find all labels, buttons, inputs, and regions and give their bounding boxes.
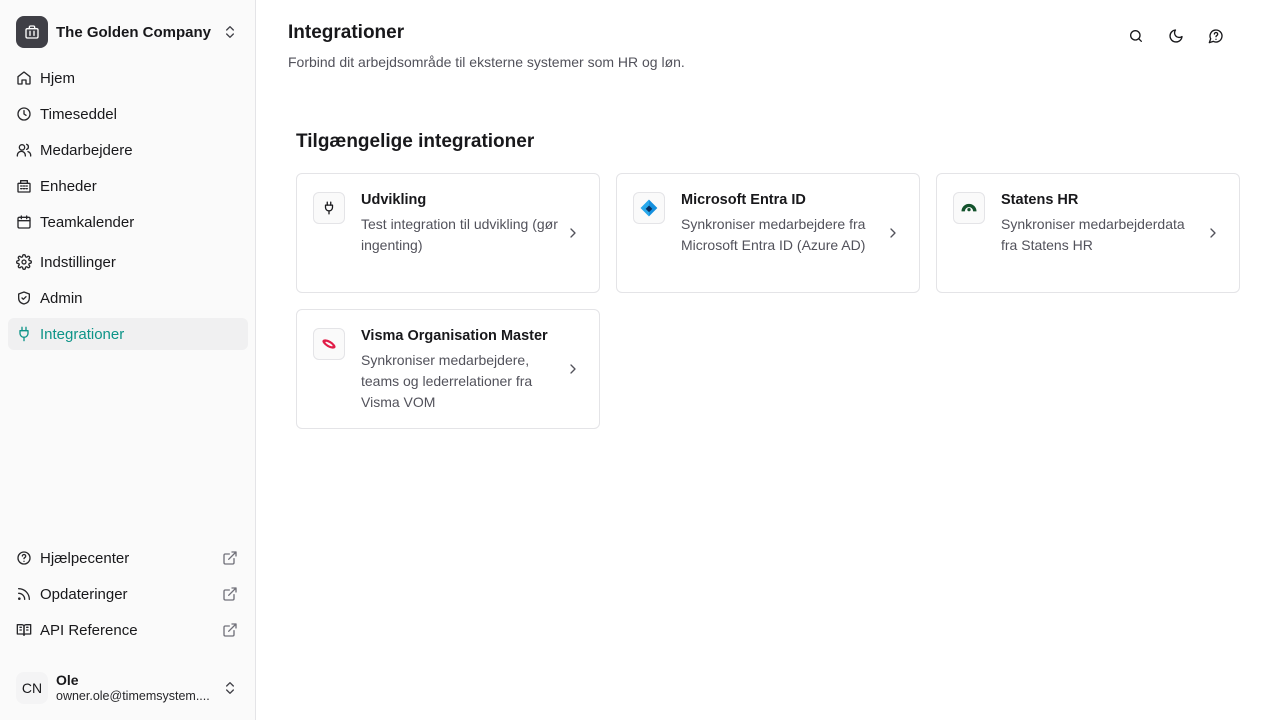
nav-label: Teamkalender bbox=[40, 213, 135, 231]
external-link-icon bbox=[223, 623, 237, 637]
nav-label: Hjælpecenter bbox=[40, 549, 130, 567]
user-name: Ole bbox=[56, 672, 79, 688]
integration-description: Synkroniser medarbejderdata fra Statens … bbox=[1001, 216, 1185, 253]
nav-item-admin[interactable]: Admin bbox=[8, 282, 248, 314]
integration-card-statens-hr[interactable]: Statens HR Synkroniser medarbejderdata f… bbox=[936, 173, 1240, 293]
building-icon bbox=[17, 180, 31, 193]
book-icon bbox=[16, 624, 32, 636]
integration-name: Statens HR bbox=[1001, 192, 1079, 208]
integration-name: Udvikling bbox=[361, 192, 427, 208]
theme-toggle-button[interactable] bbox=[1162, 24, 1190, 48]
shield-check-icon bbox=[18, 291, 30, 305]
nav-label: Timeseddel bbox=[40, 105, 117, 123]
visma-logo bbox=[313, 328, 345, 360]
chevron-right-icon bbox=[570, 364, 576, 374]
integration-description: Synkroniser medarbejdere fra Microsoft E… bbox=[681, 216, 866, 253]
avatar: CN bbox=[16, 672, 48, 704]
search-icon bbox=[1130, 30, 1142, 42]
help-button[interactable] bbox=[1202, 24, 1230, 48]
nav-item-hjem[interactable]: Hjem bbox=[8, 62, 248, 94]
workspace-name: The Golden Company bbox=[56, 23, 212, 41]
main-nav: Hjem Timeseddel Medarbejdere Enheder Tea… bbox=[8, 62, 248, 354]
nav-label: Opdateringer bbox=[40, 585, 128, 603]
chevrons-up-down-icon bbox=[226, 26, 234, 38]
nav-item-enheder[interactable]: Enheder bbox=[8, 170, 248, 202]
chevron-right-icon bbox=[890, 228, 896, 238]
integration-card-visma[interactable]: Visma Organisation Master Synkroniser me… bbox=[296, 309, 600, 429]
integration-card-udvikling[interactable]: Udvikling Test integration til udvikling… bbox=[296, 173, 600, 293]
search-button[interactable] bbox=[1122, 24, 1150, 48]
plug-icon bbox=[313, 192, 345, 224]
sidebar: The Golden Company Hjem Timeseddel Medar… bbox=[0, 0, 256, 720]
external-link-icon bbox=[223, 587, 237, 601]
moon-icon bbox=[1169, 29, 1183, 43]
house-icon bbox=[17, 71, 31, 85]
integration-name: Microsoft Entra ID bbox=[681, 192, 806, 208]
nav-item-indstillinger[interactable]: Indstillinger bbox=[8, 246, 248, 278]
nav-label: Indstillinger bbox=[40, 253, 116, 271]
integration-name: Visma Organisation Master bbox=[361, 328, 548, 344]
external-link-icon bbox=[223, 551, 237, 565]
nav-item-integrationer[interactable]: Integrationer bbox=[8, 318, 248, 350]
nav-label: Medarbejdere bbox=[40, 141, 133, 159]
user-menu[interactable]: CN Ole owner.ole@timemsystem.... bbox=[8, 664, 248, 712]
chevrons-up-down-icon bbox=[226, 682, 234, 694]
header-actions bbox=[1122, 24, 1242, 48]
nav-label: Admin bbox=[40, 289, 83, 307]
integration-description: Test integration til udvikling (gør inge… bbox=[361, 216, 558, 253]
secondary-nav: Hjælpecenter Opdateringer API Reference bbox=[8, 542, 248, 650]
nav-item-teamkalender[interactable]: Teamkalender bbox=[8, 206, 248, 238]
help-circle-icon bbox=[17, 551, 31, 565]
rss-icon bbox=[18, 588, 30, 600]
building-icon bbox=[16, 16, 48, 48]
workspace-switcher[interactable]: The Golden Company bbox=[8, 8, 248, 56]
plug-icon bbox=[19, 326, 29, 342]
chevron-right-icon bbox=[1210, 228, 1216, 238]
calendar-icon bbox=[17, 215, 31, 229]
section-title: Tilgængelige integrationer bbox=[296, 131, 535, 152]
nav-label: Hjem bbox=[40, 69, 76, 87]
chevron-right-icon bbox=[570, 228, 576, 238]
nav-label: Enheder bbox=[40, 177, 97, 195]
nav-item-timeseddel[interactable]: Timeseddel bbox=[8, 98, 248, 130]
nav-item-medarbejdere[interactable]: Medarbejdere bbox=[8, 134, 248, 166]
nav-label: Integrationer bbox=[40, 325, 125, 343]
nav-item-hjaelpecenter[interactable]: Hjælpecenter bbox=[8, 542, 248, 574]
nav-item-opdateringer[interactable]: Opdateringer bbox=[8, 578, 248, 610]
users-icon bbox=[16, 143, 32, 157]
clock-icon bbox=[17, 107, 31, 121]
integration-description: Synkroniser medarbejdere, teams og leder… bbox=[361, 352, 533, 410]
gear-icon bbox=[16, 254, 32, 270]
entra-id-logo bbox=[633, 192, 665, 224]
page-description: Forbind dit arbejdsområde til eksterne s… bbox=[288, 54, 685, 70]
user-info: Ole owner.ole@timemsystem.... bbox=[56, 672, 222, 704]
user-email: owner.ole@timemsystem.... bbox=[56, 689, 210, 703]
message-help-icon bbox=[1208, 29, 1223, 44]
integration-card-microsoft-entra-id[interactable]: Microsoft Entra ID Synkroniser medarbejd… bbox=[616, 173, 920, 293]
statens-hr-logo bbox=[953, 192, 985, 224]
page-title: Integrationer bbox=[288, 22, 405, 43]
nav-label: API Reference bbox=[40, 621, 138, 639]
nav-item-api-reference[interactable]: API Reference bbox=[8, 614, 248, 646]
